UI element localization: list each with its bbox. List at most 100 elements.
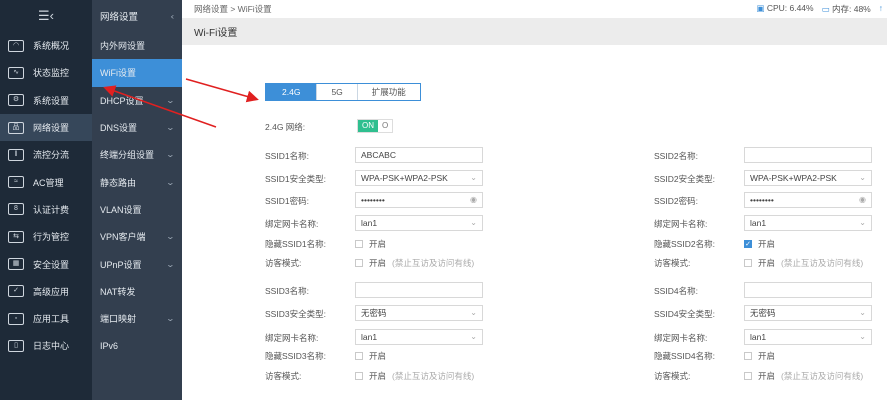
hide-ssid-checkbox[interactable]: ✓ 开启 (744, 238, 775, 250)
bind-value: lan1 (750, 218, 767, 228)
submenu-item[interactable]: NAT转发 (92, 278, 182, 305)
wifi-ap-icon: ≈ (8, 176, 24, 189)
chevron-down-icon: ⌄ (470, 173, 477, 182)
sidebar-item-label: 安全设置 (33, 259, 70, 270)
sidebar-item[interactable]: ▦ 安全设置 (0, 250, 92, 277)
eye-icon[interactable]: ◉ (470, 193, 477, 207)
sidebar-item[interactable]: ⚙ 系统设置 (0, 87, 92, 114)
field-label: SSID1密码: (265, 196, 309, 206)
chevron-down-icon: ⌄ (859, 332, 866, 341)
bind-interface-select[interactable]: lan1 ⌄ (744, 215, 872, 231)
submenu-item[interactable]: VLAN设置 (92, 196, 182, 223)
field-label: 绑定网卡名称: (265, 219, 319, 229)
ssid-name-input[interactable] (744, 282, 872, 298)
security-type-select[interactable]: WPA-PSK+WPA2-PSK ⌄ (355, 170, 483, 186)
password-value: •••••••• (361, 195, 385, 205)
security-type-select[interactable]: 无密码 ⌄ (355, 305, 483, 321)
sidebar-item[interactable]: 品网络设置 (0, 113, 92, 142)
checkbox-icon: ✓ (8, 285, 24, 298)
field-label: SSID2名称: (654, 151, 698, 161)
memory-icon: ▭ (821, 4, 830, 14)
submenu-item[interactable]: DNS设置 ⌄ (92, 114, 182, 141)
upload-arrow-icon[interactable]: ↑ (879, 3, 883, 15)
sidebar-item-label: 系统概况 (33, 41, 70, 52)
guest-mode-checkbox[interactable]: 开启 (禁止互访及访问有线) (744, 370, 863, 382)
sidebar-item[interactable]: ⇆ 行为管控 (0, 223, 92, 250)
field-label: 访客模式: (265, 371, 302, 381)
ssid-name-input[interactable] (744, 147, 872, 163)
sidebar-item[interactable]: ‖ 流控分流 (0, 141, 92, 168)
sidebar-item[interactable]: ≈ AC管理 (0, 168, 92, 195)
sliders-icon: ‖ (8, 148, 24, 161)
submenu-item[interactable]: 静态路由 ⌄ (92, 168, 182, 195)
hide-ssid-checkbox[interactable]: 开启 (355, 350, 386, 362)
ssid-name-input[interactable] (355, 282, 483, 298)
collapse-icon[interactable]: ‹ (171, 12, 175, 21)
submenu-item[interactable]: 端口映射 ⌄ (92, 305, 182, 332)
sidebar-item[interactable]: ◠ 系统概况 (0, 32, 92, 59)
sidebar-item[interactable]: ▫ 应用工具 (0, 305, 92, 332)
guest-mode-checkbox[interactable]: 开启 (禁止互访及访问有线) (744, 257, 863, 269)
toggle-off: O (382, 121, 389, 130)
field-label: SSID2密码: (654, 196, 698, 206)
bind-value: lan1 (750, 332, 767, 342)
sidebar-item-label: 行为管控 (33, 232, 70, 243)
submenu-item[interactable]: 终端分组设置 ⌄ (92, 141, 182, 168)
sidebar-item[interactable]: 8 认证计费 (0, 196, 92, 223)
password-input[interactable]: •••••••• ◉ (744, 192, 872, 208)
hide-ssid-checkbox[interactable]: 开启 (355, 238, 386, 250)
sidebar-item[interactable]: ▯ 日志中心 (0, 332, 92, 359)
tab-2-4g[interactable]: 2.4G (266, 84, 317, 100)
password-value: •••••••• (750, 195, 774, 205)
submenu-item[interactable]: UPnP设置 ⌄ (92, 250, 182, 277)
field-label: 绑定网卡名称: (265, 333, 319, 343)
security-value: 无密码 (361, 308, 387, 318)
guest-mode-checkbox[interactable]: 开启 (禁止互访及访问有线) (355, 257, 474, 269)
eye-icon[interactable]: ◉ (859, 193, 866, 207)
sidebar-item-label: 认证计费 (33, 204, 70, 215)
checkbox-icon: ✓ (744, 240, 752, 248)
field-label: SSID3安全类型: (265, 309, 326, 319)
tab-extended[interactable]: 扩展功能 (356, 84, 420, 100)
checkbox-icon (355, 240, 363, 248)
sidebar-item[interactable]: ∿ 状态监控 (0, 59, 92, 86)
guest-note: (禁止互访及访问有线) (781, 371, 864, 381)
tab-5g[interactable]: 5G (316, 84, 357, 100)
checkbox-icon (744, 372, 752, 380)
security-type-select[interactable]: 无密码 ⌄ (744, 305, 872, 321)
password-input[interactable]: •••••••• ◉ (355, 192, 483, 208)
field-label: SSID1安全类型: (265, 174, 326, 184)
hide-ssid-checkbox[interactable]: 开启 (744, 350, 775, 362)
sidebar-item[interactable]: ✓ 高级应用 (0, 278, 92, 305)
submenu-item[interactable]: DHCP设置 ⌄ (92, 87, 182, 114)
guest-mode-checkbox[interactable]: 开启 (禁止互访及访问有线) (355, 370, 474, 382)
submenu-item-label: VPN客户端 (100, 232, 146, 243)
sidebar-item-label: 高级应用 (33, 286, 70, 297)
submenu-item[interactable]: WiFi设置 (92, 59, 182, 87)
main-content: 网络设置 > WiFi设置 ▣ CPU: 6.44% ▭ 内存: 48% ↑ W… (182, 0, 887, 400)
checkbox-icon (355, 352, 363, 360)
checkbox-label: 开启 (758, 258, 776, 268)
bind-interface-select[interactable]: lan1 ⌄ (355, 215, 483, 231)
submenu-item-label: WiFi设置 (100, 68, 136, 79)
network-icon: 品 (8, 121, 24, 134)
bind-interface-select[interactable]: lan1 ⌄ (744, 329, 872, 345)
ssid-name-input[interactable]: ABCABC (355, 147, 483, 163)
band-tabs: 2.4G 5G 扩展功能 (265, 83, 421, 101)
security-type-select[interactable]: WPA-PSK+WPA2-PSK ⌄ (744, 170, 872, 186)
sidebar-item-label: 状态监控 (33, 68, 70, 79)
network-toggle[interactable]: ON O (357, 119, 394, 133)
submenu-item[interactable]: IPv6 (92, 332, 182, 359)
field-label: 访客模式: (654, 371, 691, 381)
submenu-header[interactable]: 网络设置 ‹ (92, 0, 182, 32)
submenu-item[interactable]: 内外网设置 (92, 32, 182, 59)
menu-toggle-icon[interactable]: ☰‹ (0, 0, 92, 32)
field-label: 隐藏SSID3名称: (265, 351, 326, 361)
bind-interface-select[interactable]: lan1 ⌄ (355, 329, 483, 345)
submenu-item-label: DNS设置 (100, 123, 138, 134)
submenu-item[interactable]: VPN客户端 ⌄ (92, 223, 182, 250)
chevron-down-icon: ⌄ (165, 314, 176, 324)
field-label: SSID4安全类型: (654, 309, 715, 319)
network-toggle-label: 2.4G 网络: (265, 122, 306, 132)
chevron-down-icon: ⌄ (859, 218, 866, 227)
